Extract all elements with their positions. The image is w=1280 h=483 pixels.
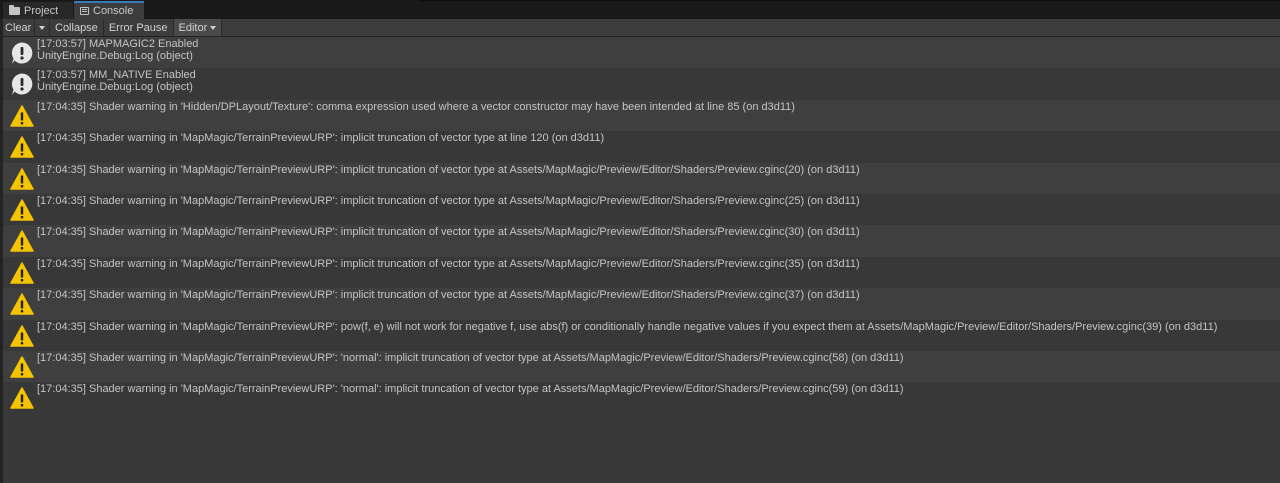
warning-icon	[10, 387, 34, 410]
clear-button[interactable]: Clear	[0, 19, 35, 36]
log-entry-text: [17:04:35] Shader warning in 'MapMagic/T…	[37, 351, 904, 365]
editor-target-label: Editor	[178, 21, 208, 34]
editor-target-dropdown[interactable]: Editor	[173, 19, 223, 36]
log-entry-message: [17:04:35] Shader warning in 'MapMagic/T…	[37, 320, 1218, 333]
log-entry-text: [17:03:57] MM_NATIVE Enabled UnityEngine.…	[37, 70, 196, 93]
collapse-toggle[interactable]: Collapse	[50, 19, 104, 36]
log-entry-row[interactable]: [17:04:35] Shader warning in 'MapMagic/T…	[3, 256, 1280, 289]
log-entry-message: [17:04:35] Shader warning in 'MapMagic/T…	[37, 289, 860, 302]
warning-icon	[10, 199, 34, 221]
warning-icon	[10, 356, 34, 378]
log-entry-row[interactable]: [17:04:35] Shader warning in 'MapMagic/T…	[3, 131, 1280, 163]
log-entry-message: [17:04:35] Shader warning in 'MapMagic/T…	[37, 132, 605, 145]
warning-icon	[10, 105, 34, 127]
log-entry-row[interactable]: [17:04:35] Shader warning in 'MapMagic/T…	[3, 225, 1280, 257]
log-entry-text: [17:04:35] Shader warning in 'MapMagic/T…	[37, 384, 904, 396]
log-entry-text: [17:04:35] Shader warning in 'MapMagic/T…	[37, 290, 860, 302]
log-entry-row[interactable]: [17:03:57] MM_NATIVE Enabled UnityEngine.…	[3, 68, 1280, 100]
log-entry-text: [17:04:35] Shader warning in 'MapMagic/T…	[37, 257, 860, 271]
log-entry-row[interactable]: [17:04:35] Shader warning in 'MapMagic/T…	[3, 382, 1280, 414]
log-entry-row[interactable]: [17:04:35] Shader warning in 'Hidden/DPL…	[3, 99, 1280, 132]
log-entry-stacktrace: UnityEngine.Debug:Log (object)	[37, 49, 193, 62]
log-entry-row[interactable]: [17:04:35] Shader warning in 'MapMagic/T…	[3, 319, 1280, 351]
window-tab-bar: Project Console	[0, 0, 1280, 19]
info-icon	[11, 73, 33, 96]
log-entry-text: [17:04:35] Shader warning in 'MapMagic/T…	[37, 320, 1218, 334]
tab-bar-border	[420, 0, 1280, 1]
warning-icon	[10, 293, 34, 315]
tab-project-label: Project	[24, 4, 59, 17]
log-entry-message: [17:04:35] Shader warning in 'Hidden/DPL…	[37, 100, 795, 113]
folder-icon	[9, 4, 20, 15]
warning-icon	[10, 324, 34, 347]
log-entry-row[interactable]: [17:04:35] Shader warning in 'MapMagic/T…	[3, 162, 1280, 194]
log-entry-text: [17:04:35] Shader warning in 'MapMagic/T…	[37, 163, 860, 177]
log-entry-text: [17:03:57] MAPMAGIC2 Enabled UnityEngine.…	[37, 38, 199, 62]
console-log-list: [17:03:57] MAPMAGIC2 Enabled UnityEngine.…	[3, 37, 1280, 414]
log-entry-text: [17:04:35] Shader warning in 'MapMagic/T…	[37, 227, 860, 239]
warning-icon	[10, 261, 34, 284]
console-icon	[80, 7, 89, 15]
log-entry-message: [17:04:35] Shader warning in 'MapMagic/T…	[37, 226, 860, 239]
log-entry-message: [17:04:35] Shader warning in 'MapMagic/T…	[37, 194, 860, 207]
warning-icon	[10, 230, 34, 253]
chevron-down-icon	[39, 25, 45, 30]
tab-project[interactable]: Project	[3, 2, 73, 19]
console-toolbar: Clear Collapse Error Pause Editor	[0, 19, 1280, 37]
log-entry-text: [17:04:35] Shader warning in 'MapMagic/T…	[37, 133, 604, 145]
warning-icon	[10, 167, 34, 190]
error-pause-toggle[interactable]: Error Pause	[104, 19, 174, 36]
log-entry-message: [17:04:35] Shader warning in 'MapMagic/T…	[37, 163, 860, 176]
log-entry-stacktrace: UnityEngine.Debug:Log (object)	[37, 80, 193, 93]
tab-console-label: Console	[93, 5, 134, 17]
log-entry-row[interactable]: [17:04:35] Shader warning in 'MapMagic/T…	[3, 193, 1280, 226]
log-entry-row[interactable]: [17:03:57] MAPMAGIC2 Enabled UnityEngine.…	[3, 37, 1280, 69]
info-icon	[11, 42, 33, 64]
log-entry-text: [17:04:35] Shader warning in 'MapMagic/T…	[37, 194, 860, 208]
log-entry-row[interactable]: [17:04:35] Shader warning in 'MapMagic/T…	[3, 350, 1280, 383]
log-entry-text: [17:04:35] Shader warning in 'Hidden/DPL…	[37, 100, 795, 114]
log-entry-message: [17:04:35] Shader warning in 'MapMagic/T…	[37, 383, 904, 396]
tab-console[interactable]: Console	[74, 1, 144, 19]
log-entry-message: [17:04:35] Shader warning in 'MapMagic/T…	[37, 351, 904, 364]
log-entry-message: [17:03:57] MAPMAGIC2 Enabled	[37, 38, 199, 50]
chevron-down-icon	[210, 25, 217, 30]
clear-options-dropdown[interactable]	[35, 19, 50, 36]
log-entry-row[interactable]: [17:04:35] Shader warning in 'MapMagic/T…	[3, 288, 1280, 320]
log-entry-message: [17:04:35] Shader warning in 'MapMagic/T…	[37, 257, 860, 270]
warning-icon	[10, 136, 34, 158]
